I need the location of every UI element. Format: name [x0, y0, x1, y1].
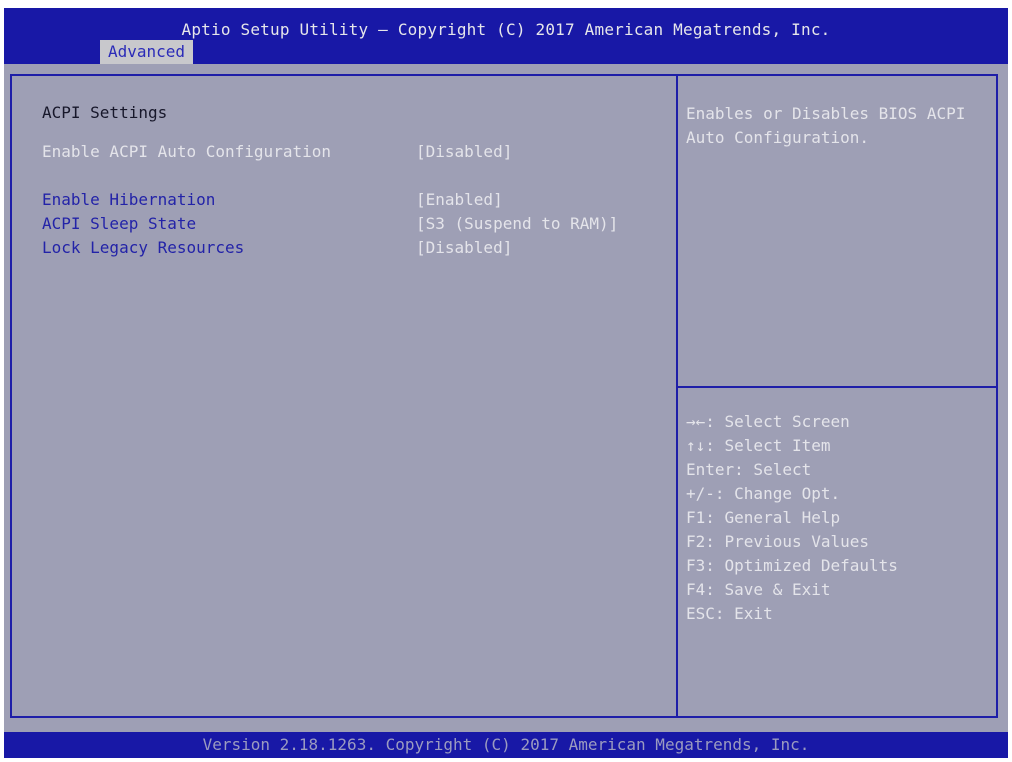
- title-bar: Aptio Setup Utility – Copyright (C) 2017…: [4, 8, 1008, 64]
- app-title: Aptio Setup Utility – Copyright (C) 2017…: [181, 20, 831, 39]
- key-previous-values: F2: Previous Values: [686, 532, 870, 551]
- setting-label: ACPI Sleep State: [42, 214, 197, 233]
- main-panel: ACPI Settings Enable ACPI Auto Configura…: [4, 64, 1008, 732]
- tab-advanced[interactable]: Advanced: [100, 40, 194, 64]
- key-esc-exit: ESC: Exit: [686, 604, 773, 623]
- vertical-divider: [676, 76, 678, 716]
- setting-acpi-auto-config[interactable]: Enable ACPI Auto Configuration [Disabled…: [42, 142, 662, 164]
- content-frame: ACPI Settings Enable ACPI Auto Configura…: [10, 74, 998, 718]
- key-change-opt: +/-: Change Opt.: [686, 484, 841, 503]
- setting-label: Lock Legacy Resources: [42, 238, 245, 257]
- key-general-help: F1: General Help: [686, 508, 841, 527]
- key-select-screen: →←: Select Screen: [686, 412, 850, 431]
- setting-value[interactable]: [S3 (Suspend to RAM)]: [416, 214, 618, 233]
- key-save-exit: F4: Save & Exit: [686, 580, 831, 599]
- setting-acpi-sleep-state[interactable]: ACPI Sleep State [S3 (Suspend to RAM)]: [42, 214, 662, 236]
- setting-label: Enable ACPI Auto Configuration: [42, 142, 331, 161]
- setting-lock-legacy-resources[interactable]: Lock Legacy Resources [Disabled]: [42, 238, 662, 260]
- section-title: ACPI Settings: [42, 103, 168, 122]
- setting-label: Enable Hibernation: [42, 190, 216, 209]
- setting-value[interactable]: [Disabled]: [416, 238, 512, 257]
- key-select-item: ↑↓: Select Item: [686, 436, 831, 455]
- help-divider: [678, 386, 998, 388]
- setting-value[interactable]: [Enabled]: [416, 190, 503, 209]
- key-enter-select: Enter: Select: [686, 460, 812, 479]
- key-legend: →←: Select Screen ↑↓: Select Item Enter:…: [686, 410, 996, 626]
- footer-version: Version 2.18.1263. Copyright (C) 2017 Am…: [4, 732, 1008, 758]
- key-optimized-defaults: F3: Optimized Defaults: [686, 556, 898, 575]
- setting-hibernation[interactable]: Enable Hibernation [Enabled]: [42, 190, 662, 212]
- help-description: Enables or Disables BIOS ACPI Auto Confi…: [686, 104, 966, 147]
- setting-value[interactable]: [Disabled]: [416, 142, 512, 161]
